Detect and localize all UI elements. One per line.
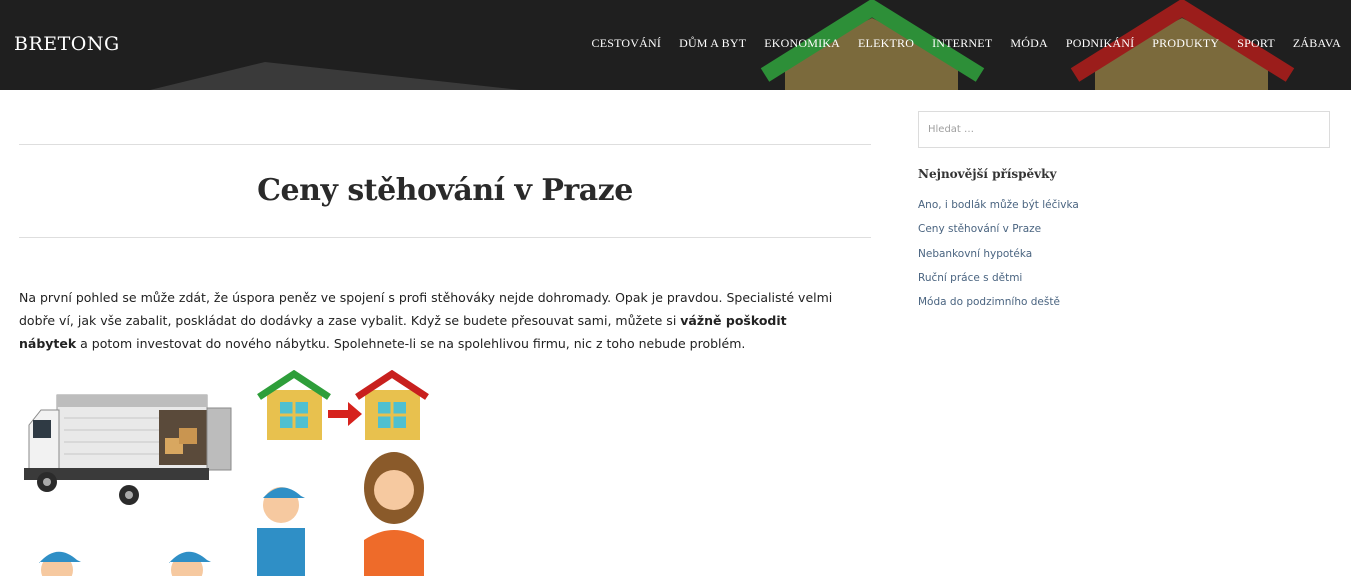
recent-post-link[interactable]: Ruční práce s dětmi	[918, 272, 1022, 284]
site-header: BRETONG CESTOVÁNÍ DŮM A BYT EKONOMIKA EL…	[0, 0, 1351, 90]
nav-item-sport[interactable]: SPORT	[1237, 36, 1275, 51]
site-logo[interactable]: BRETONG	[14, 33, 120, 55]
main-navigation: CESTOVÁNÍ DŮM A BYT EKONOMIKA ELEKTRO IN…	[591, 36, 1341, 51]
divider-bottom	[19, 237, 871, 238]
moving-illustration	[24, 370, 429, 576]
nav-item-elektro[interactable]: ELEKTRO	[858, 36, 914, 51]
article-title: Ceny stěhování v Praze	[257, 173, 633, 208]
recent-post-link[interactable]: Móda do podzimního deště	[918, 296, 1060, 308]
nav-item-moda[interactable]: MÓDA	[1010, 36, 1047, 51]
arrow-icon	[328, 402, 362, 426]
nav-item-dum-a-byt[interactable]: DŮM A BYT	[679, 36, 746, 51]
recent-post-link[interactable]: Ano, i bodlák může být léčivka	[918, 199, 1079, 211]
nav-item-produkty[interactable]: PRODUKTY	[1152, 36, 1219, 51]
nav-item-podnikani[interactable]: PODNIKÁNÍ	[1066, 36, 1134, 51]
list-item: Ceny stěhování v Praze	[918, 217, 1330, 241]
old-house-image	[257, 370, 331, 440]
mover-figure	[257, 487, 305, 576]
intro-text-end: a potom investovat do nového nábytku. Sp…	[76, 336, 746, 351]
recent-posts-list: Ano, i bodlák může být léčivka Ceny stěh…	[918, 193, 1330, 314]
nav-item-cestovani[interactable]: CESTOVÁNÍ	[591, 36, 661, 51]
list-item: Nebankovní hypotéka	[918, 242, 1330, 266]
moving-truck-image	[24, 394, 232, 505]
recent-post-link[interactable]: Nebankovní hypotéka	[918, 248, 1032, 260]
nav-item-ekonomika[interactable]: EKONOMIKA	[764, 36, 840, 51]
new-house-image	[355, 370, 429, 440]
list-item: Móda do podzimního deště	[918, 290, 1330, 314]
list-item: Ano, i bodlák může být léčivka	[918, 193, 1330, 217]
mover-figure-small-middle	[169, 551, 211, 576]
article: Ceny stěhování v Praze Na první pohled s…	[19, 90, 871, 576]
search-input[interactable]	[918, 111, 1330, 148]
mover-figure-small-left	[39, 551, 81, 576]
recent-posts-title: Nejnovější příspěvky	[918, 167, 1057, 181]
woman-figure	[364, 452, 424, 576]
nav-item-internet[interactable]: INTERNET	[932, 36, 992, 51]
list-item: Ruční práce s dětmi	[918, 266, 1330, 290]
sidebar: Nejnovější příspěvky Ano, i bodlák může …	[918, 111, 1330, 314]
nav-item-zabava[interactable]: ZÁBAVA	[1293, 36, 1341, 51]
article-intro: Na první pohled se může zdát, že úspora …	[19, 286, 839, 355]
recent-post-link[interactable]: Ceny stěhování v Praze	[918, 223, 1041, 235]
